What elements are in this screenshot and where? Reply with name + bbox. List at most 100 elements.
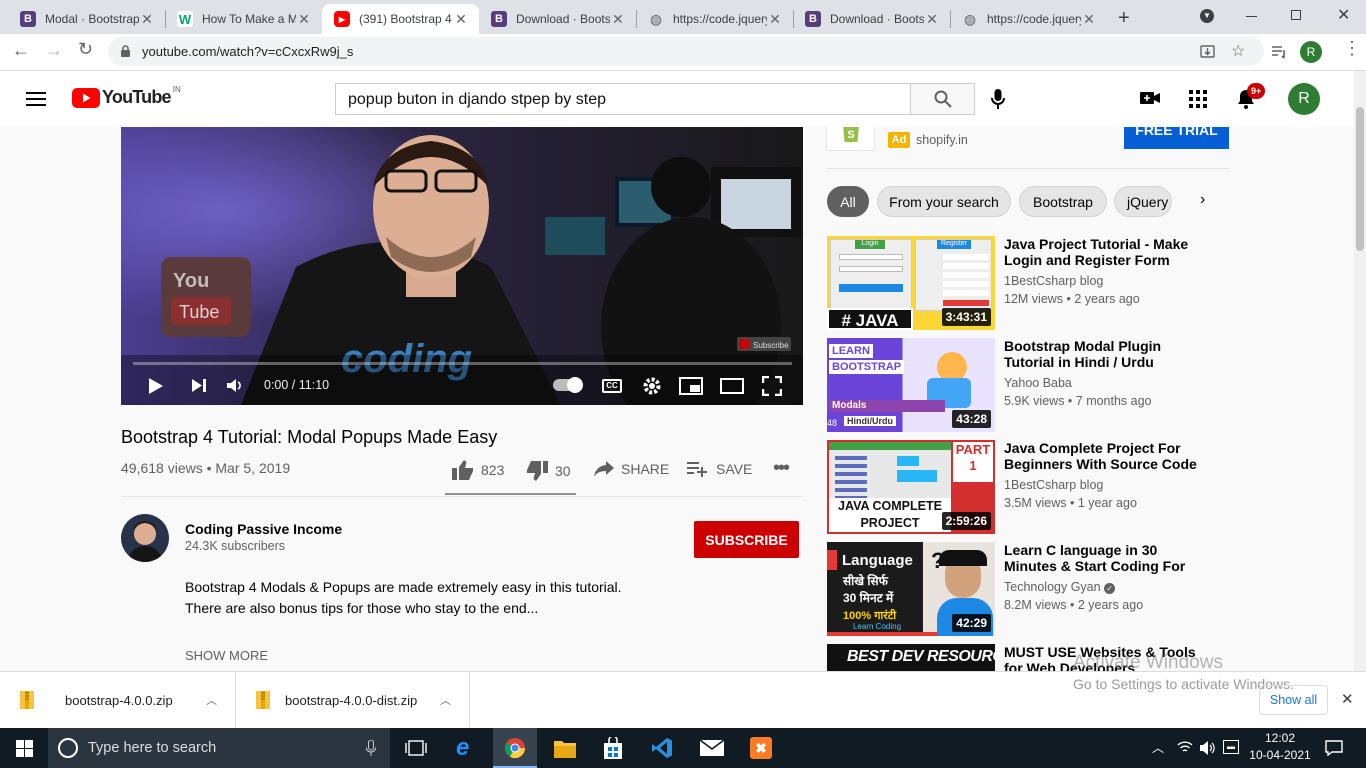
search-button[interactable] bbox=[910, 83, 975, 115]
file-explorer-icon[interactable] bbox=[554, 738, 576, 758]
browser-tab-2[interactable]: W How To Make a Modal ✕ bbox=[165, 4, 322, 34]
search-input[interactable]: popup buton in djando stpep by step bbox=[335, 83, 911, 115]
microsoft-store-icon[interactable] bbox=[603, 737, 623, 759]
related-video-3[interactable]: PART 1 JAVA COMPLETE PROJECT 2:59:26 Java… bbox=[827, 440, 1227, 536]
new-tab-button[interactable]: + bbox=[1118, 7, 1130, 30]
clock-time[interactable]: 12:02 bbox=[1250, 731, 1310, 745]
like-button[interactable]: 823 bbox=[451, 459, 504, 481]
tab-search-icon[interactable]: ▼ bbox=[1200, 9, 1214, 23]
video-thumbnail[interactable]: PART 1 JAVA COMPLETE PROJECT 2:59:26 bbox=[827, 440, 995, 534]
share-button[interactable]: SHARE bbox=[593, 460, 669, 478]
volume-icon[interactable] bbox=[1199, 740, 1217, 756]
window-close-button[interactable]: ✕ bbox=[1337, 5, 1350, 25]
apps-grid-icon[interactable] bbox=[1189, 90, 1207, 108]
subscribe-button[interactable]: SUBSCRIBE bbox=[694, 521, 799, 558]
video-player[interactable]: You Tube coding Subscribe 0:00 / 11:10 C… bbox=[121, 127, 803, 405]
related-title[interactable]: Bootstrap Modal Plugin Tutorial in Hindi… bbox=[1004, 338, 1214, 370]
chip-from-your-search[interactable]: From your search bbox=[877, 186, 1011, 217]
download-item-1[interactable]: bootstrap-4.0.0.zip ︿ bbox=[20, 672, 236, 728]
browser-tab-3[interactable]: ▶ (391) Bootstrap 4 Tutorial ✕ bbox=[322, 4, 479, 34]
ad-domain[interactable]: shopify.in bbox=[916, 133, 968, 147]
related-video-4[interactable]: ? C Language सीखे सिर्फ 30 मिनट में 100%… bbox=[827, 542, 1227, 638]
microphone-icon[interactable] bbox=[991, 88, 1005, 110]
mail-icon[interactable] bbox=[700, 740, 724, 756]
hamburger-menu-icon[interactable] bbox=[26, 91, 46, 107]
related-video-1[interactable]: Login Register # JAVA 3:43:31 Java Proje… bbox=[827, 236, 1227, 332]
menu-kebab-icon[interactable]: ⋮ bbox=[1343, 38, 1361, 59]
chevron-up-icon[interactable]: ︿ bbox=[206, 692, 217, 708]
related-video-2[interactable]: LEARN BOOTSTRAP Modals Hindi/Urdu 48 43:… bbox=[827, 338, 1227, 434]
browser-tab-1[interactable]: B Modal · Bootstrap ✕ bbox=[8, 4, 165, 34]
dislike-button[interactable]: 30 bbox=[525, 460, 571, 482]
related-title[interactable]: Learn C language in 30 Minutes & Start C… bbox=[1004, 542, 1214, 574]
profile-avatar[interactable]: R bbox=[1300, 41, 1322, 63]
back-button[interactable]: ← bbox=[12, 40, 30, 61]
video-thumbnail[interactable]: BEST DEV RESOURCES bbox=[827, 644, 995, 671]
vscode-icon[interactable] bbox=[651, 737, 673, 759]
chrome-taskbar-button[interactable] bbox=[493, 728, 537, 768]
close-icon[interactable]: ✕ bbox=[610, 11, 626, 28]
bookmark-star-icon[interactable]: ☆ bbox=[1231, 41, 1245, 61]
address-bar[interactable]: youtube.com/watch?v=cCxcxRw9j_s ☆ bbox=[108, 37, 1264, 66]
edge-icon[interactable]: e bbox=[456, 734, 469, 762]
channel-name[interactable]: Coding Passive Income bbox=[185, 521, 342, 537]
related-title[interactable]: Java Project Tutorial - Make Login and R… bbox=[1004, 236, 1214, 268]
video-thumbnail[interactable]: Login Register # JAVA 3:43:31 bbox=[827, 236, 995, 330]
avatar[interactable]: R bbox=[1288, 83, 1320, 115]
browser-tab-6[interactable]: B Download · Bootstrap ✕ bbox=[793, 4, 950, 34]
more-actions-icon[interactable]: ••• bbox=[773, 457, 790, 480]
show-more-button[interactable]: SHOW MORE bbox=[185, 648, 268, 663]
chip-jquery[interactable]: jQuery bbox=[1114, 186, 1172, 217]
clock-date[interactable]: 10-04-2021 bbox=[1248, 748, 1312, 762]
video-thumbnail[interactable]: ? C Language सीखे सिर्फ 30 मिनट में 100%… bbox=[827, 542, 995, 636]
chip-all[interactable]: All bbox=[827, 186, 869, 217]
related-channel[interactable]: Yahoo Baba bbox=[1004, 376, 1072, 390]
close-icon[interactable]: ✕ bbox=[453, 11, 469, 28]
close-downloads-icon[interactable]: ✕ bbox=[1341, 690, 1354, 708]
browser-tab-5[interactable]: ◍ https://code.jquery.com ✕ bbox=[636, 4, 793, 34]
close-icon[interactable]: ✕ bbox=[139, 11, 155, 28]
close-icon[interactable]: ✕ bbox=[296, 11, 312, 28]
browser-tab-7[interactable]: ◍ https://code.jquery.com ✕ bbox=[950, 4, 1107, 34]
wifi-icon[interactable] bbox=[1177, 740, 1193, 754]
reload-button[interactable]: ↻ bbox=[78, 39, 93, 60]
settings-gear-icon[interactable] bbox=[642, 376, 662, 396]
chevron-right-icon[interactable]: › bbox=[1200, 191, 1205, 209]
fullscreen-icon[interactable] bbox=[762, 376, 782, 396]
page-scrollbar[interactable] bbox=[1354, 71, 1366, 671]
create-video-icon[interactable] bbox=[1140, 91, 1160, 105]
related-title[interactable]: Java Complete Project For Beginners With… bbox=[1004, 440, 1214, 472]
theater-mode-icon[interactable] bbox=[720, 378, 744, 394]
captions-icon[interactable]: CC bbox=[602, 379, 622, 393]
miniplayer-icon[interactable] bbox=[679, 377, 703, 395]
play-icon[interactable] bbox=[148, 377, 164, 395]
chevron-up-icon[interactable]: ︿ bbox=[1152, 739, 1164, 756]
reading-list-icon[interactable] bbox=[1271, 45, 1287, 59]
volume-icon[interactable] bbox=[226, 377, 244, 394]
task-view-icon[interactable] bbox=[405, 740, 427, 756]
channel-avatar[interactable] bbox=[121, 514, 169, 562]
install-icon[interactable] bbox=[1200, 44, 1215, 59]
xampp-icon[interactable]: ✖ bbox=[750, 737, 772, 759]
minimize-button[interactable] bbox=[1246, 16, 1257, 17]
related-channel[interactable]: Technology Gyan ✓ bbox=[1004, 580, 1116, 594]
show-all-downloads-button[interactable]: Show all bbox=[1259, 685, 1328, 715]
related-channel[interactable]: 1BestCsharp blog bbox=[1004, 478, 1103, 492]
windows-start-icon[interactable] bbox=[16, 740, 33, 757]
close-icon[interactable]: ✕ bbox=[767, 11, 783, 28]
scrollbar-thumb[interactable] bbox=[1356, 107, 1364, 251]
input-language-icon[interactable]: ▬ bbox=[1223, 740, 1239, 754]
forward-button[interactable]: → bbox=[45, 40, 63, 61]
taskbar-search-box[interactable]: Type here to search bbox=[48, 728, 390, 768]
youtube-logo[interactable]: YouTube IN bbox=[72, 85, 181, 108]
close-icon[interactable]: ✕ bbox=[1081, 11, 1097, 28]
related-channel[interactable]: 1BestCsharp blog bbox=[1004, 274, 1103, 288]
download-item-2[interactable]: bootstrap-4.0.0-dist.zip ︿ bbox=[256, 672, 470, 728]
close-icon[interactable]: ✕ bbox=[924, 11, 940, 28]
video-thumbnail[interactable]: LEARN BOOTSTRAP Modals Hindi/Urdu 48 43:… bbox=[827, 338, 995, 432]
action-center-icon[interactable] bbox=[1325, 740, 1343, 756]
chip-bootstrap[interactable]: Bootstrap bbox=[1019, 186, 1107, 217]
chevron-up-icon[interactable]: ︿ bbox=[440, 692, 451, 708]
progress-bar[interactable] bbox=[133, 362, 792, 365]
browser-tab-4[interactable]: B Download · Bootstrap ✕ bbox=[479, 4, 636, 34]
